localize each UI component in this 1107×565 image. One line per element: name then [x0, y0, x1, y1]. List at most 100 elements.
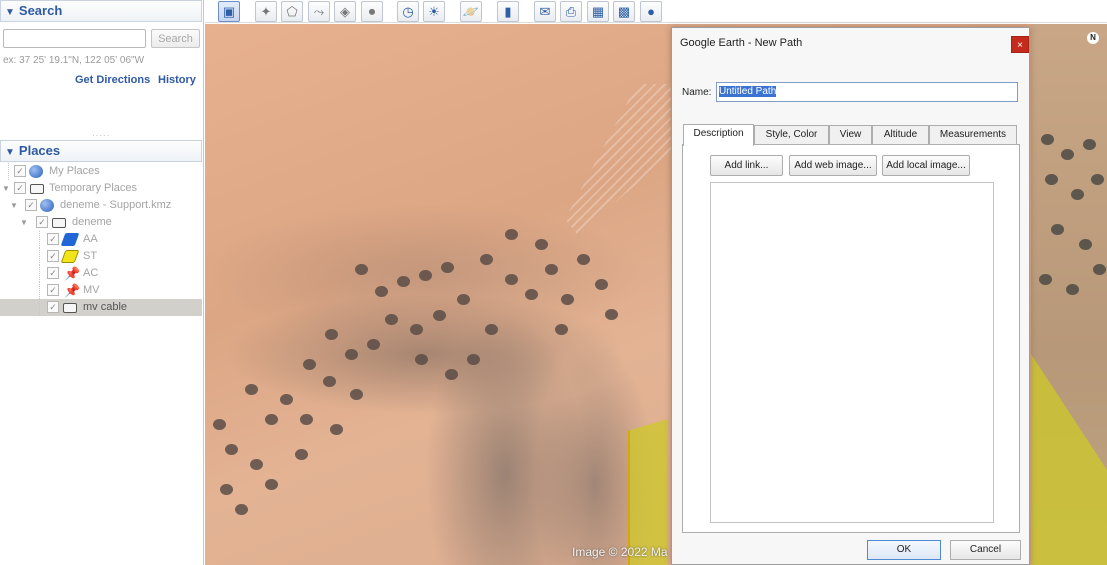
- new-path-dialog: Google Earth - New Path × Name: Untitled…: [671, 27, 1030, 565]
- search-button[interactable]: Search: [151, 29, 200, 48]
- pushpin-icon: 📌: [64, 283, 81, 298]
- checkbox[interactable]: ✓: [47, 267, 59, 279]
- tree-canopy: [605, 309, 618, 320]
- tree-item-ac[interactable]: ✓ 📌 AC: [0, 265, 202, 282]
- planet-icon: 🪐: [462, 4, 480, 19]
- add-polygon-button[interactable]: ⬠: [281, 1, 303, 22]
- tree-canopy: [300, 414, 313, 425]
- close-button[interactable]: ×: [1011, 36, 1029, 53]
- sun-icon: ☀: [428, 4, 440, 19]
- add-link-button[interactable]: Add link...: [710, 155, 783, 176]
- cancel-button[interactable]: Cancel: [950, 540, 1021, 560]
- get-directions-link[interactable]: Get Directions: [75, 74, 150, 86]
- earth-icon: ●: [647, 4, 655, 19]
- tree-canopy: [1066, 284, 1079, 295]
- tree-item-mv-cable[interactable]: ✓ mv cable: [0, 299, 202, 316]
- tree-canopy: [410, 324, 423, 335]
- tree-canopy: [1083, 139, 1096, 150]
- record-tour-button[interactable]: ⏺: [361, 1, 383, 22]
- sidebar-toggle-button[interactable]: ▣: [218, 1, 240, 22]
- add-placemark-button[interactable]: ✦: [255, 1, 277, 22]
- checkbox[interactable]: ✓: [14, 165, 26, 177]
- add-local-image-button[interactable]: Add local image...: [882, 155, 970, 176]
- pushpin-icon: 📌: [64, 266, 81, 281]
- tree-canopy: [350, 389, 363, 400]
- checkbox[interactable]: ✓: [47, 250, 59, 262]
- sunlight-button[interactable]: ☀: [423, 1, 445, 22]
- expand-arrow-icon[interactable]: ▼: [20, 214, 28, 231]
- tree-item-support-kmz[interactable]: ▼ ✓ deneme - Support.kmz: [0, 197, 202, 214]
- checkbox[interactable]: ✓: [47, 233, 59, 245]
- tree-guide: [39, 231, 40, 248]
- search-panel-title: Search: [18, 3, 63, 18]
- expand-arrow-icon[interactable]: ▼: [2, 180, 10, 197]
- clock-icon: ◷: [402, 4, 414, 19]
- tab-style-color[interactable]: Style, Color: [754, 125, 829, 145]
- checkbox[interactable]: ✓: [25, 199, 37, 211]
- tree-canopy: [480, 254, 493, 265]
- tree-canopy: [345, 349, 358, 360]
- expand-arrow-icon[interactable]: ▼: [10, 197, 18, 214]
- tree-canopy: [213, 419, 226, 430]
- tree-canopy: [505, 229, 518, 240]
- tab-altitude[interactable]: Altitude: [872, 125, 929, 145]
- tab-view[interactable]: View: [829, 125, 872, 145]
- tree-item-label: MV: [83, 284, 100, 296]
- tree-canopy: [577, 254, 590, 265]
- switch-planet-button[interactable]: 🪐: [460, 1, 482, 22]
- record-tour-icon: ⏺: [368, 4, 376, 19]
- print-icon: ⎙: [565, 4, 577, 19]
- toolbar: ▣ ✦ ⬠ ⤳ ◈ ⏺ ◷ ☀ 🪐 ▮ ✉ ⎙ ▦ ▩ ●: [205, 0, 1107, 23]
- tree-item-aa[interactable]: ✓ AA: [0, 231, 202, 248]
- email-icon: ✉: [539, 4, 551, 19]
- tree-canopy: [457, 294, 470, 305]
- tree-canopy: [1041, 134, 1054, 145]
- save-image-button[interactable]: ▩: [613, 1, 635, 22]
- checkbox[interactable]: ✓: [36, 216, 48, 228]
- tree-item-label: AC: [83, 267, 99, 279]
- search-panel-header[interactable]: ▼ Search: [0, 0, 202, 22]
- tree-item-mv[interactable]: ✓ 📌 MV: [0, 282, 202, 299]
- tab-description[interactable]: Description: [683, 124, 754, 146]
- compass-north-icon[interactable]: N: [1087, 32, 1099, 44]
- sidebar-icon: ▣: [222, 4, 236, 19]
- historical-imagery-button[interactable]: ◷: [397, 1, 419, 22]
- tree-item-label: deneme: [72, 216, 112, 228]
- tree-guide: [39, 265, 40, 282]
- tree-item-label: My Places: [49, 165, 100, 177]
- tree-item-st[interactable]: ✓ ST: [0, 248, 202, 265]
- polygon-yellow-icon: [60, 250, 80, 263]
- ok-button[interactable]: OK: [867, 540, 941, 560]
- add-web-image-button[interactable]: Add web image...: [789, 155, 877, 176]
- checkbox[interactable]: ✓: [47, 284, 59, 296]
- earth-view-button[interactable]: ●: [640, 1, 662, 22]
- tab-measurements[interactable]: Measurements: [929, 125, 1017, 145]
- places-panel-header[interactable]: ▼ Places: [0, 140, 202, 162]
- ruler-button[interactable]: ▮: [497, 1, 519, 22]
- name-input[interactable]: Untitled Path: [716, 82, 1018, 102]
- tree-item-deneme[interactable]: ▼ ✓ deneme: [0, 214, 202, 231]
- view-in-maps-button[interactable]: ▦: [587, 1, 609, 22]
- add-image-overlay-button[interactable]: ◈: [334, 1, 356, 22]
- tree-canopy: [485, 324, 498, 335]
- tree-canopy: [1061, 149, 1074, 160]
- polygon-icon: ⬠: [286, 4, 298, 19]
- panel-splitter-handle[interactable]: ·····: [92, 131, 110, 140]
- name-input-value: Untitled Path: [719, 86, 777, 97]
- tree-guide: [39, 282, 40, 299]
- tree-canopy: [419, 270, 432, 281]
- tree-canopy: [280, 394, 293, 405]
- print-button[interactable]: ⎙: [560, 1, 582, 22]
- search-input[interactable]: [3, 29, 146, 48]
- tree-guide: [39, 299, 40, 316]
- description-textarea[interactable]: [710, 182, 994, 523]
- email-button[interactable]: ✉: [534, 1, 556, 22]
- history-link[interactable]: History: [158, 74, 196, 86]
- tree-item-my-places[interactable]: ✓ My Places: [0, 163, 202, 180]
- checkbox[interactable]: ✓: [14, 182, 26, 194]
- tree-item-temporary-places[interactable]: ▼ ✓ Temporary Places: [0, 180, 202, 197]
- checkbox[interactable]: ✓: [47, 301, 59, 313]
- add-path-button[interactable]: ⤳: [308, 1, 330, 22]
- tree-canopy: [265, 479, 278, 490]
- tree-canopy: [1091, 174, 1104, 185]
